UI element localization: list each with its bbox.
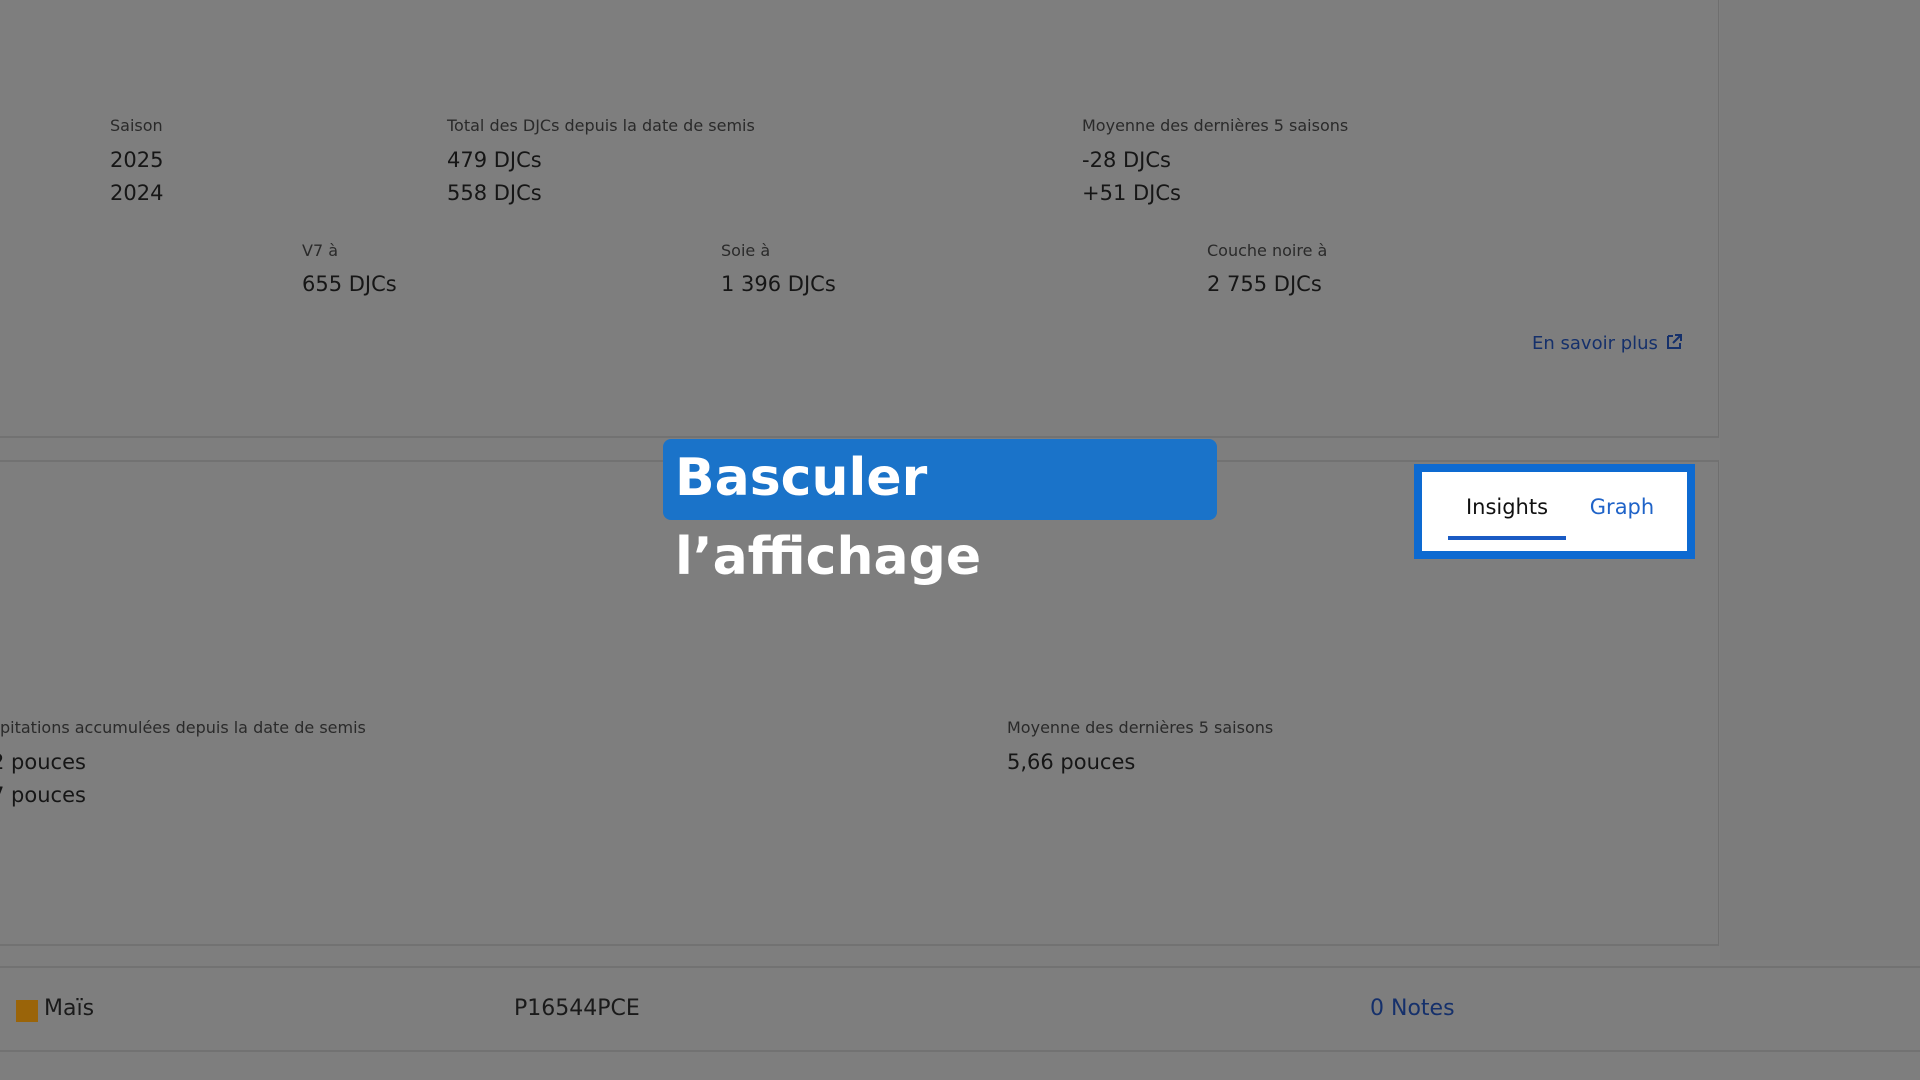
stage-v7-label: V7 à bbox=[302, 241, 339, 260]
stage-silk-label: Soie à bbox=[721, 241, 771, 260]
gdd-card: Saison Total des DJCs depuis la date de … bbox=[0, 0, 1719, 438]
precip-total-value: 7 pouces bbox=[0, 783, 86, 807]
learn-more-label: En savoir plus bbox=[1532, 333, 1658, 354]
precip-total-value: 2 pouces bbox=[0, 750, 86, 774]
learn-more-link[interactable]: En savoir plus bbox=[1532, 333, 1683, 354]
tab-graph[interactable]: Graph bbox=[1576, 482, 1668, 540]
precip-total-header: pitations accumulées depuis la date de s… bbox=[0, 718, 366, 737]
crop-color-swatch bbox=[16, 1000, 38, 1022]
total-gdd-header: Total des DJCs depuis la date de semis bbox=[447, 116, 755, 135]
stage-v7-value: 655 DJCs bbox=[302, 272, 397, 296]
avg-gdd-value: -28 DJCs bbox=[1082, 148, 1171, 172]
stage-black-layer-value: 2 755 DJCs bbox=[1207, 272, 1322, 296]
toggle-view-callout: Basculer l’affichage bbox=[663, 439, 1217, 587]
season-value: 2024 bbox=[110, 181, 164, 205]
external-link-icon bbox=[1667, 334, 1683, 349]
season-header: Saison bbox=[110, 116, 163, 135]
right-gutter bbox=[1720, 0, 1920, 960]
stage-silk-value: 1 396 DJCs bbox=[721, 272, 836, 296]
tab-insights[interactable]: Insights bbox=[1448, 482, 1566, 540]
avg-gdd-value: +51 DJCs bbox=[1082, 181, 1181, 205]
total-gdd-value: 558 DJCs bbox=[447, 181, 542, 205]
precip-avg-header: Moyenne des dernières 5 saisons bbox=[1007, 718, 1274, 737]
precip-avg-value: 5,66 pouces bbox=[1007, 750, 1136, 774]
field-row[interactable]: Maïs P16544PCE 0 Notes bbox=[0, 966, 1920, 1052]
notes-link[interactable]: 0 Notes bbox=[1370, 996, 1455, 1021]
avg-gdd-header: Moyenne des dernières 5 saisons bbox=[1082, 116, 1349, 135]
crop-name: Maïs bbox=[44, 996, 95, 1021]
app-page: Saison Total des DJCs depuis la date de … bbox=[0, 0, 1920, 1080]
field-id: P16544PCE bbox=[514, 996, 640, 1021]
stage-black-layer-label: Couche noire à bbox=[1207, 241, 1328, 260]
total-gdd-value: 479 DJCs bbox=[447, 148, 542, 172]
season-value: 2025 bbox=[110, 148, 164, 172]
view-toggle-highlight: Insights Graph bbox=[1414, 464, 1695, 559]
